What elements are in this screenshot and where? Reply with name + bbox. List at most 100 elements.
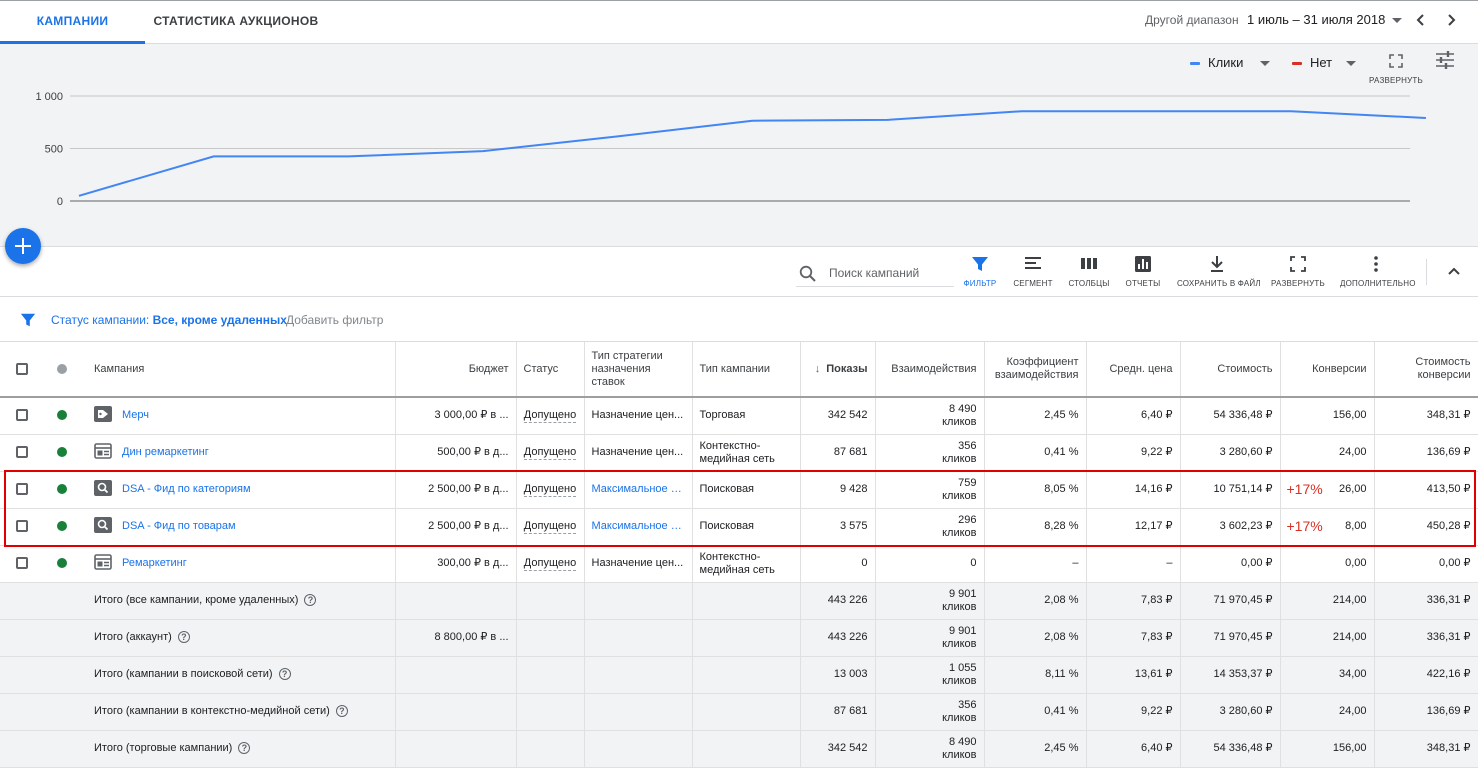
y-tick-label: 0 [57,196,63,208]
row-checkbox[interactable] [16,520,28,533]
strategy-cell[interactable]: Максимальное к... [584,471,693,509]
header-conversion-cost[interactable]: Стоимость конверсии [1374,342,1478,398]
checkbox-cell [0,471,44,509]
budget-cell[interactable]: 3 000,00 ₽ в ... [395,397,517,435]
total-conversions-value: 24,00 [1338,705,1367,717]
status-value[interactable]: Допущено [523,483,577,497]
strategy-value[interactable]: Максимальное к... [592,483,685,496]
date-range-dropdown-icon[interactable] [1392,18,1402,23]
row-checkbox[interactable] [16,557,28,570]
campaign-name-link[interactable]: Мерч [122,409,149,422]
help-icon[interactable]: ? [304,594,317,607]
next-period-icon[interactable] [1443,12,1459,33]
header-campaign[interactable]: Кампания [80,342,396,398]
help-icon[interactable]: ? [278,668,291,681]
campaign-row: Ремаркетинг 300,00 ₽ в д... Допущено Назнач… [0,545,1478,583]
filter-icon [20,313,36,327]
interactions-cell: 759 кликов [875,471,985,509]
status-value[interactable]: Допущено [523,409,577,424]
row-checkbox[interactable] [16,409,28,422]
header-cost[interactable]: Стоимость [1180,342,1281,398]
cost-cell: 3 280,60 ₽ [1180,434,1281,472]
search-input[interactable] [829,263,954,283]
total-budget-cell [395,693,517,731]
header-interaction-rate[interactable]: Коэффициент взаимодействия [984,342,1087,398]
total-label: Итого (торговые кампании) [94,742,233,754]
search-box[interactable] [796,261,954,287]
header-avg-cost[interactable]: Средн. цена [1086,342,1181,398]
campaign-type-cell: Торговая [692,397,801,435]
campaign-name-link[interactable]: DSA - Фид по категориям [122,483,251,496]
total-budget-cell [395,656,517,694]
cost-value: 10 751,14 ₽ [1213,483,1273,495]
total-rate-cell: 2,45 % [984,730,1087,768]
total-empty-cell [692,656,801,694]
total-cost-value: 14 353,37 ₽ [1213,668,1273,680]
select-all-checkbox[interactable] [16,362,28,375]
expand-tool-button[interactable]: РАЗВЕРНУТЬ [1270,255,1326,295]
prev-period-icon[interactable] [1413,12,1429,33]
total-empty-cell [584,582,693,620]
help-icon[interactable]: ? [177,631,190,644]
header-conversions[interactable]: Конверсии [1280,342,1375,398]
interaction-rate-cell: 0,41 % [984,434,1087,472]
total-empty-cell [0,656,44,694]
status-value[interactable]: Допущено [523,446,577,460]
columns-tool-button[interactable]: СТОЛБЦЫ [1066,255,1112,295]
more-tool-button[interactable]: ДОПОЛНИТЕЛЬНО [1340,255,1415,295]
campaign-name-link[interactable]: Ремаркетинг [122,557,187,570]
checkbox-cell [0,508,44,546]
header-interactions[interactable]: Взаимодействия [875,342,985,398]
reports-tool-label: ОТЧЕТЫ [1125,279,1161,288]
interaction-rate-cell: – [984,545,1087,583]
tab-campaigns[interactable]: КАМПАНИИ [0,0,145,44]
search-campaign-icon [94,479,122,500]
row-checkbox[interactable] [16,483,28,496]
interaction-rate-value: 2,45 % [1044,409,1079,422]
budget-cell[interactable]: 2 500,00 ₽ в д... [395,471,517,509]
conversion-cost-cell: 136,69 ₽ [1374,434,1478,472]
budget-cell[interactable]: 300,00 ₽ в д... [395,545,517,583]
campaign-name-link[interactable]: DSA - Фид по товарам [122,520,236,533]
strategy-value[interactable]: Максимальное к... [592,520,685,533]
total-interactions-cell: 8 490 кликов [875,730,985,768]
add-filter-link[interactable]: Добавить фильтр [286,313,383,327]
conversions-value: 156,00 [1332,409,1367,422]
header-status[interactable]: Статус [516,342,585,398]
add-campaign-button[interactable] [5,228,41,264]
interaction-rate-value: – [1072,557,1079,569]
status-value[interactable]: Допущено [523,557,577,571]
active-filter-chip[interactable]: Статус кампании: Все, кроме удаленных [51,313,287,327]
tab-auction-insights[interactable]: СТАТИСТИКА АУКЦИОНОВ [145,0,327,43]
impressions-cell: 9 428 [800,471,876,509]
strategy-cell[interactable]: Максимальное к... [584,508,693,546]
header-impressions[interactable]: ↓ Показы [800,342,876,398]
interaction-rate-cell: 8,05 % [984,471,1087,509]
help-icon[interactable]: ? [238,742,251,755]
header-budget[interactable]: Бюджет [395,342,517,398]
display-icon [94,553,122,574]
campaign-name-link[interactable]: Дин ремаркетинг [122,446,209,459]
segment-tool-button[interactable]: СЕГМЕНТ [1012,255,1054,295]
cost-cell: 10 751,14 ₽ [1180,471,1281,509]
budget-cell[interactable]: 500,00 ₽ в д... [395,434,517,472]
help-icon[interactable]: ? [335,705,348,718]
interaction-rate-cell: 2,45 % [984,397,1087,435]
filter-value: Все, кроме удаленных [152,313,287,327]
download-tool-button[interactable]: СОХРАНИТЬ В ФАЙЛ [1177,255,1261,295]
budget-cell[interactable]: 2 500,00 ₽ в д... [395,508,517,546]
date-range-value[interactable]: 1 июль – 31 июля 2018 [1247,12,1385,27]
collapse-icon[interactable] [1446,263,1462,284]
status-value[interactable]: Допущено [523,520,577,534]
total-rate-value: 8,11 % [1045,668,1079,680]
header-strategy[interactable]: Тип стратегии назначения ставок [584,342,693,398]
reports-tool-button[interactable]: ОТЧЕТЫ [1122,255,1164,295]
header-campaign-type[interactable]: Тип кампании [692,342,801,398]
total-label: Итого (кампании в контекстно-медийной се… [94,705,330,717]
total-conversions-value: 214,00 [1332,594,1367,606]
campaign-type-cell: Поисковая [692,471,801,509]
campaign-name-cell: DSA - Фид по товарам [80,508,396,546]
row-checkbox[interactable] [16,446,28,459]
filter-tool-button[interactable]: ФИЛЬТР [960,255,1000,295]
enabled-status-dot [57,447,67,458]
